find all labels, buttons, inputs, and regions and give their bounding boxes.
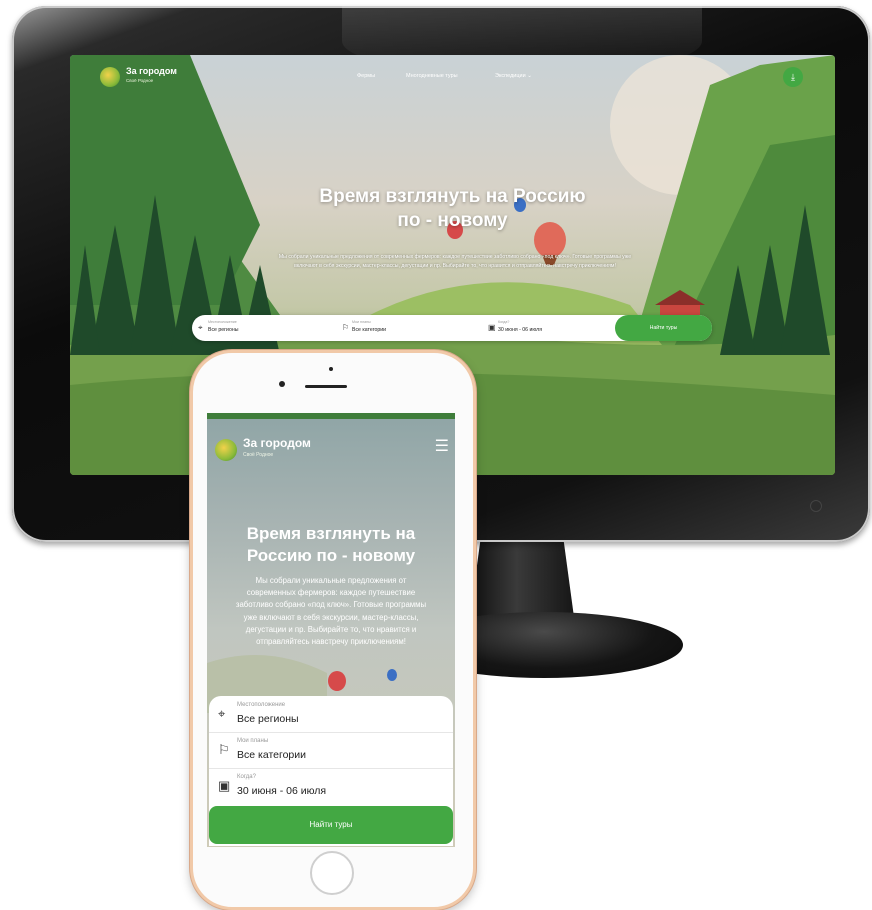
calendar-icon: ▣: [488, 323, 496, 332]
power-button-icon: [810, 500, 822, 512]
location-pin-icon: ⌖: [198, 323, 203, 332]
calendar-icon: ▣: [218, 778, 231, 793]
home-button[interactable]: [310, 851, 354, 895]
hero-title: Время взглянуть на Россию по - новому: [319, 186, 586, 231]
mobile-date-picker[interactable]: ▣ Когда? 30 июня - 06 июля: [209, 768, 453, 804]
brand-name[interactable]: За городом: [126, 66, 177, 76]
nav-link-multiday-tours[interactable]: Многодневные туры: [406, 73, 458, 79]
mobile-brand-name[interactable]: За городом: [243, 436, 311, 450]
chevron-down-icon: ⌄: [527, 73, 532, 79]
find-tours-button[interactable]: Найти туры: [615, 315, 712, 341]
mobile-find-tours-button[interactable]: Найти туры: [209, 806, 453, 844]
mobile-search-card: ⌖ Местоположение Все регионы ⚐ Мои планы…: [209, 696, 453, 846]
logo-icon[interactable]: [100, 67, 120, 87]
date-picker[interactable]: ▣ Когда? 30 июня - 06 июля: [488, 320, 608, 338]
mobile-screen: За городом Своё Родное ☰ Время взглянуть…: [207, 413, 455, 847]
phone-speaker: [305, 385, 347, 388]
desktop-header: За городом Своё Родное Фермы Многодневны…: [70, 55, 835, 103]
location-select[interactable]: ⌖ Местоположение Все регионы: [198, 320, 318, 338]
nav-link-farms[interactable]: Фермы: [357, 73, 375, 79]
mobile-category-select[interactable]: ⚐ Мои планы Все категории: [209, 732, 453, 769]
flag-icon: ⚐: [342, 323, 350, 332]
nav-link-expeditions[interactable]: Экспедиции ⌄: [495, 73, 532, 79]
location-pin-icon: ⌖: [218, 706, 226, 721]
download-icon[interactable]: ⤓: [783, 67, 803, 87]
mobile-brand-tagline: Своё Родное: [243, 452, 274, 458]
desktop-search-bar: ⌖ Местоположение Все регионы ⚐ Мои планы…: [192, 315, 712, 341]
mobile-hero-title: Время взглянуть на Россию по - новому: [246, 524, 416, 565]
hamburger-icon[interactable]: ☰: [435, 439, 449, 455]
phone-camera: [279, 381, 285, 387]
mobile-logo-icon[interactable]: [215, 439, 237, 461]
mobile-hero-description: Мы собрали уникальные предложения от сов…: [235, 576, 427, 647]
brand-tagline: Своё Родное: [126, 78, 154, 83]
phone-frame: За городом Своё Родное ☰ Время взглянуть…: [190, 350, 476, 910]
category-select[interactable]: ⚐ Мои планы Все категории: [342, 320, 462, 338]
phone-sensor: [329, 367, 333, 371]
flag-icon: ⚐: [218, 742, 230, 757]
hero-description: Мы собрали уникальные предложения от сов…: [278, 254, 632, 269]
mobile-location-select[interactable]: ⌖ Местоположение Все регионы: [209, 696, 453, 733]
